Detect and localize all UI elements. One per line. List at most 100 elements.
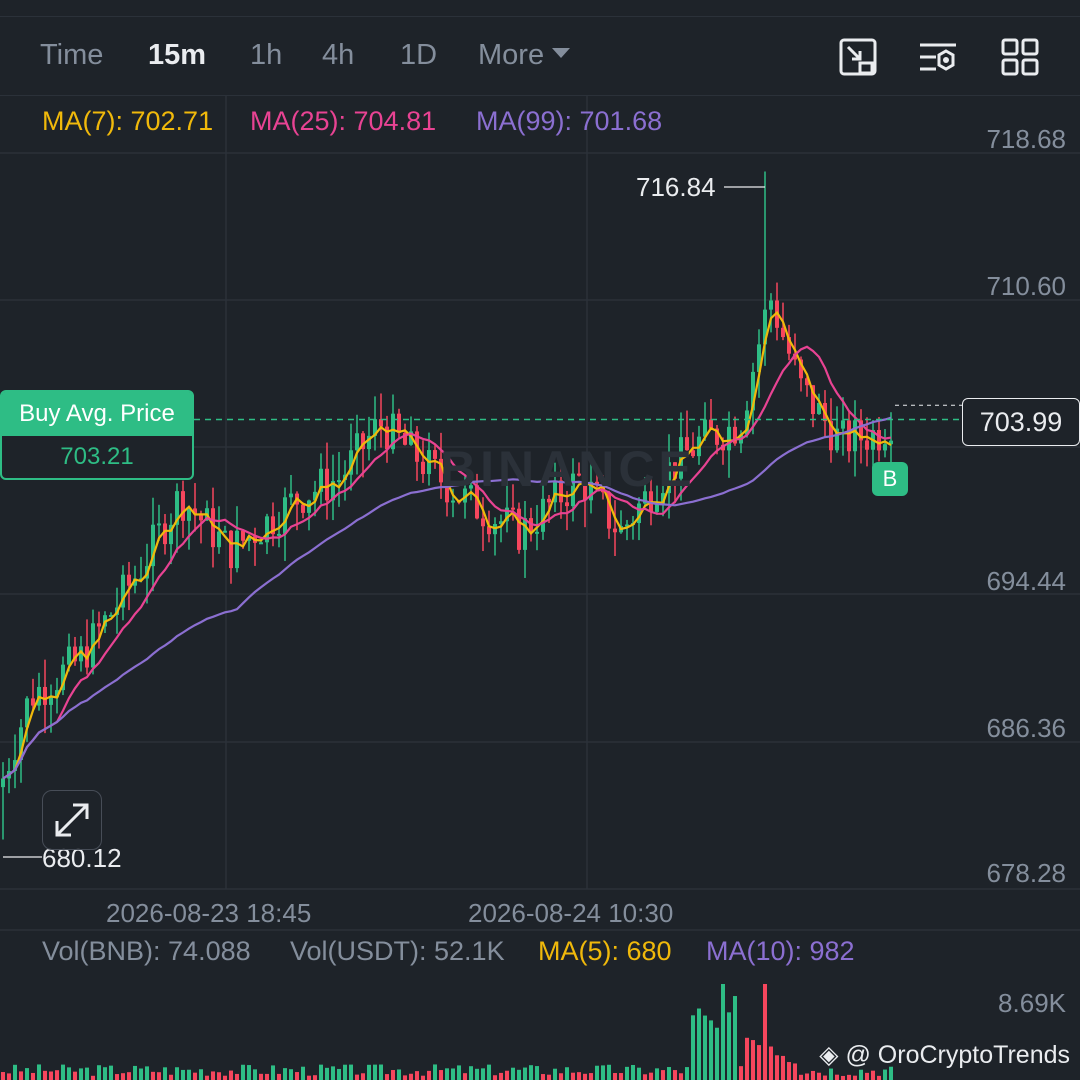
expand-icon <box>55 803 89 837</box>
volume-bar <box>529 1065 533 1080</box>
price-tick: 686.36 <box>986 713 1066 743</box>
volume-bar <box>115 1074 119 1080</box>
volume-bar <box>469 1066 473 1080</box>
volume-bar <box>589 1073 593 1080</box>
volume-bar <box>745 1037 749 1080</box>
volume-bar <box>331 1066 335 1080</box>
candle-body <box>157 523 161 526</box>
binance-logo-icon: ◈ <box>819 1041 839 1069</box>
volume-bar <box>541 1074 545 1080</box>
volume-bar <box>859 1069 863 1080</box>
volume-bar <box>73 1071 77 1080</box>
volume-bar <box>865 1072 869 1080</box>
volume-bar <box>55 1070 59 1080</box>
chart-grid <box>0 96 1080 931</box>
volume-bar <box>439 1070 443 1080</box>
volume-bar <box>559 1073 563 1080</box>
buy-avg-price-title: Buy Avg. Price <box>2 392 192 436</box>
candle-body <box>337 480 341 483</box>
current-price-label[interactable]: 703.99 <box>962 398 1080 446</box>
vol-ma10-legend: MA(10): 982 <box>706 936 855 966</box>
volume-bar <box>805 1073 809 1080</box>
volume-bar <box>337 1068 341 1080</box>
volume-bar <box>829 1068 833 1080</box>
volume-bar <box>583 1073 587 1080</box>
candle-body <box>355 433 359 451</box>
volume-bar <box>571 1072 575 1080</box>
volume-bar <box>253 1069 257 1080</box>
candle-body <box>127 574 131 586</box>
buy-marker[interactable]: B <box>872 462 908 496</box>
ma-lines <box>2 310 892 780</box>
volume-bar <box>163 1067 167 1080</box>
price-tick: 678.28 <box>986 858 1066 888</box>
candle-body <box>565 502 569 507</box>
high-price-label: 716.84 <box>636 172 716 202</box>
volume-bar <box>637 1067 641 1080</box>
volume-bar <box>511 1067 515 1080</box>
volume-bar <box>553 1068 557 1080</box>
volume-bar <box>43 1070 47 1080</box>
volume-bar <box>13 1064 17 1080</box>
volume-bar <box>835 1074 839 1080</box>
volume-bar <box>451 1068 455 1080</box>
volume-bar <box>67 1067 71 1080</box>
volume-bar <box>661 1070 665 1080</box>
volume-bar <box>721 984 725 1080</box>
candle-body <box>259 542 263 545</box>
volume-bar <box>499 1072 503 1080</box>
candle-body <box>841 420 845 429</box>
volume-bar <box>727 1012 731 1080</box>
volume-bar <box>229 1070 233 1080</box>
volume-bars <box>1 984 893 1080</box>
candle-body <box>1 778 5 788</box>
volume-bar <box>625 1066 629 1080</box>
ma25-legend: MA(25): 704.81 <box>250 106 437 136</box>
candle-body <box>547 498 551 503</box>
volume-bar <box>427 1070 431 1080</box>
volume-bar <box>649 1072 653 1080</box>
candle-body <box>43 686 47 705</box>
volume-bar <box>577 1072 581 1080</box>
candle-body <box>523 518 527 550</box>
volume-bar <box>847 1074 851 1080</box>
candle-body <box>877 430 881 451</box>
volume-bar <box>673 1070 677 1080</box>
date-tick: 2026-08-24 10:30 <box>468 898 674 928</box>
volume-bar <box>433 1064 437 1080</box>
volume-bar <box>187 1069 191 1080</box>
volume-bar <box>265 1073 269 1080</box>
volume-bar <box>373 1064 377 1080</box>
volume-bar <box>85 1067 89 1080</box>
candle-body <box>769 300 773 310</box>
volume-bar <box>49 1071 53 1080</box>
volume-bar <box>877 1075 881 1080</box>
volume-bar <box>397 1069 401 1080</box>
volume-bar <box>1 1072 5 1080</box>
volume-bar <box>289 1069 293 1080</box>
volume-bar <box>517 1069 521 1080</box>
volume-bar <box>655 1068 659 1080</box>
volume-bar <box>79 1068 83 1080</box>
candle-body <box>217 531 221 548</box>
credit-text: @ OroCryptoTrends <box>845 1041 1070 1069</box>
buy-avg-price-value: 703.21 <box>60 443 134 470</box>
volume-bar <box>271 1065 275 1080</box>
candle-body <box>883 444 887 451</box>
vol-ma5-legend: MA(5): 680 <box>538 936 672 966</box>
candle-body <box>67 646 71 665</box>
fullscreen-button[interactable] <box>42 790 102 850</box>
volume-bar <box>391 1070 395 1080</box>
buy-avg-price-box[interactable]: Buy Avg. Price 703.21 <box>0 390 194 480</box>
ma7-line <box>2 310 892 780</box>
price-tick: 694.44 <box>986 566 1066 596</box>
volume-bar <box>841 1075 845 1080</box>
ma7-legend: MA(7): 702.71 <box>42 106 214 136</box>
candle-body <box>97 623 101 627</box>
candle-body <box>235 530 239 569</box>
volume-bar <box>151 1071 155 1080</box>
candle-body <box>289 493 293 498</box>
volume-bar <box>775 1055 779 1080</box>
candle-body <box>853 420 857 452</box>
volume-bar <box>403 1075 407 1080</box>
